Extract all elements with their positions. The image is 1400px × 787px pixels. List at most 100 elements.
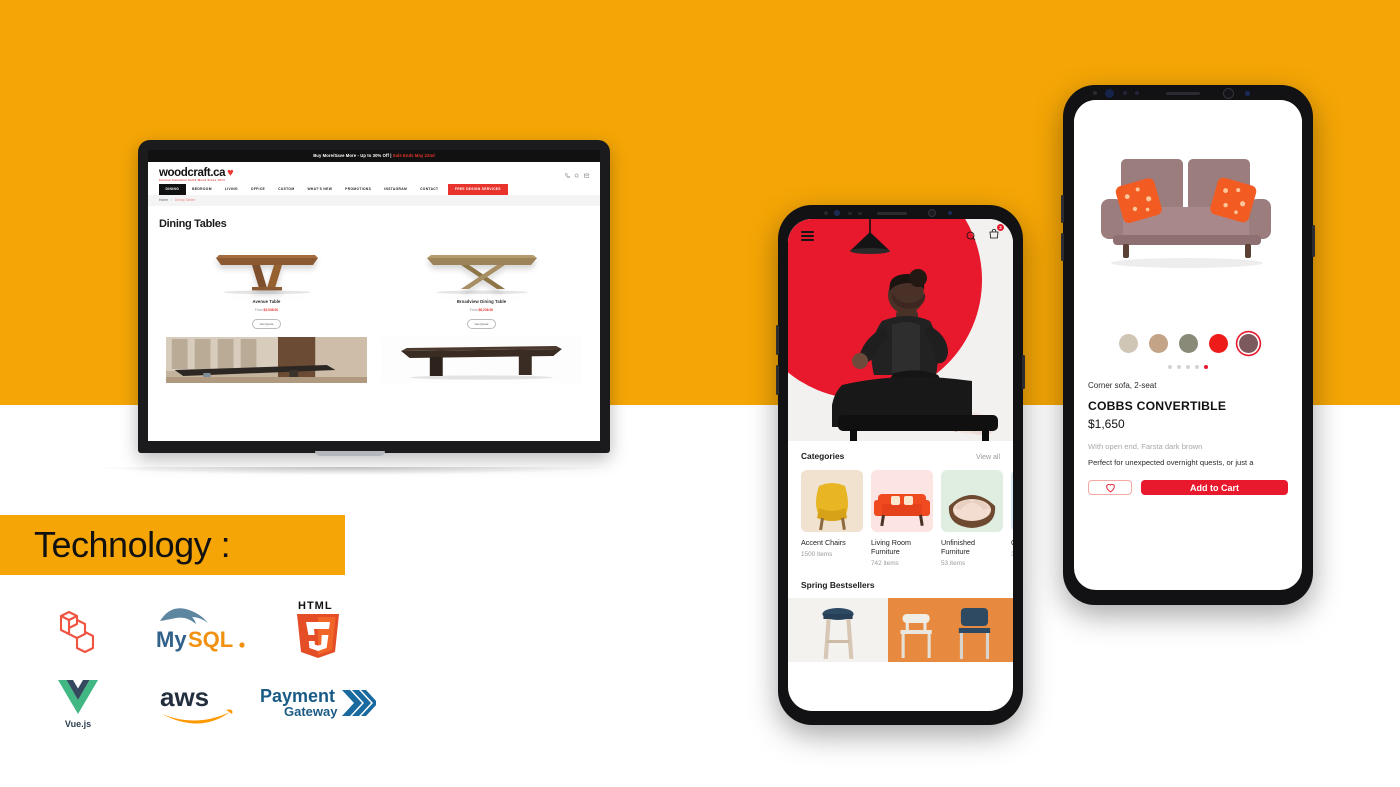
nav-item-whats-new[interactable]: WHAT'S NEW xyxy=(301,184,339,194)
cart-count-badge: 2 xyxy=(997,224,1004,231)
free-design-services-button[interactable]: FREE DESIGN SERVICES xyxy=(447,184,508,195)
bestsellers-title: Spring Bestsellers xyxy=(801,580,875,590)
page-title: Dining Tables xyxy=(159,217,227,230)
gallery-pagination-dots xyxy=(1074,353,1302,369)
header-icon-group xyxy=(564,167,590,179)
phone2-sensor xyxy=(1135,91,1139,95)
cart-button[interactable]: 2 xyxy=(988,224,1004,245)
product-gallery[interactable] xyxy=(1074,100,1302,330)
phone1-power-button[interactable] xyxy=(1022,355,1025,389)
nav-item-instagram[interactable]: INSTAGRAM xyxy=(378,184,414,194)
svg-text:Gateway: Gateway xyxy=(284,704,338,719)
add-to-cart-button[interactable]: Add to Cart xyxy=(1141,480,1288,496)
price-prefix: From xyxy=(254,307,263,312)
get-quote-button[interactable]: Get Quote xyxy=(251,318,282,329)
nav-item-living[interactable]: LIVING xyxy=(218,184,244,194)
phone1-sensor xyxy=(948,211,952,215)
color-swatch[interactable] xyxy=(1118,334,1138,353)
nav-item-custom[interactable]: CUSTOM xyxy=(272,184,301,194)
vuejs-label: Vue.js xyxy=(64,718,92,729)
nav-item-dining[interactable]: DINING xyxy=(159,184,186,195)
search-icon[interactable] xyxy=(965,230,977,242)
phone2-volume-down-button[interactable] xyxy=(1061,233,1064,261)
product-title: COBBS CONVERTIBLE xyxy=(1088,399,1227,413)
category-count: 35 i xyxy=(1011,551,1013,558)
category-name: Accent Chairs xyxy=(801,538,846,547)
pagination-dot[interactable] xyxy=(1195,365,1199,369)
hamburger-icon[interactable] xyxy=(801,229,814,244)
color-swatch[interactable] xyxy=(1208,334,1228,353)
nav-item-promotions[interactable]: PROMOTIONS xyxy=(339,184,378,194)
svg-text:My: My xyxy=(156,627,187,652)
phone1-sensor xyxy=(858,211,862,215)
category-thumb-accent-chairs xyxy=(801,470,863,532)
phone1-iris-scanner xyxy=(928,209,936,217)
laptop-screen: Buy More/Save More - Up to 30% Off | Sal… xyxy=(148,150,600,441)
pagination-dot[interactable] xyxy=(1177,365,1181,369)
phone2-volume-button[interactable] xyxy=(1061,195,1064,223)
category-item[interactable]: Accent Chairs 1500 items xyxy=(801,470,863,567)
pagination-dot[interactable] xyxy=(1168,365,1172,369)
promo-sale-text: Sale Ends May 22nd xyxy=(392,153,435,159)
nav-item-office[interactable]: OFFICE xyxy=(244,184,271,194)
category-item[interactable]: Unfinished Furniture 53 items xyxy=(941,470,1003,567)
bestsellers-strip[interactable] xyxy=(788,598,1013,662)
category-thumb-living-room xyxy=(871,470,933,532)
product-card[interactable]: Avenue Table From $3,548.00 Get Quote xyxy=(166,242,367,330)
promo-banner: Buy More/Save More - Up to 30% Off | Sal… xyxy=(148,150,600,162)
product-image-dark-table[interactable] xyxy=(381,336,582,383)
category-count: 53 items xyxy=(941,560,966,567)
wishlist-button[interactable] xyxy=(1088,480,1132,496)
category-item[interactable]: Offi 35 i xyxy=(1011,470,1013,567)
phone-icon[interactable] xyxy=(564,173,571,179)
phone1-topbar-icons: 2 xyxy=(965,224,1004,245)
pagination-dot[interactable] xyxy=(1186,365,1190,369)
product-card[interactable]: Broadview Dining Table From $6,236.00 Ge… xyxy=(381,242,582,330)
product-image-interior-scene[interactable] xyxy=(166,336,367,383)
categories-list: Accent Chairs 1500 items Living Room Fur… xyxy=(788,461,1013,567)
product-variant: With open end, Farsta dark brown xyxy=(1088,442,1203,451)
svg-text:HTML: HTML xyxy=(298,600,333,612)
html5-logo: HTML xyxy=(258,592,378,666)
nav-item-contact[interactable]: CONTACT xyxy=(414,184,445,194)
hero-model-photo xyxy=(832,269,998,441)
breadcrumb-home[interactable]: Home xyxy=(159,198,168,202)
product-description: Perfect for unexpected overnight quests,… xyxy=(1088,458,1254,467)
search-icon[interactable] xyxy=(574,173,580,179)
maple-leaf-icon: ♥ xyxy=(227,166,234,179)
color-swatch[interactable] xyxy=(1178,334,1198,353)
phone2-sensor xyxy=(1093,91,1097,95)
phone2-screen: Corner sofa, 2-seat COBBS CONVERTIBLE $1… xyxy=(1074,100,1302,590)
breadcrumb: Home / Dining Tables xyxy=(148,194,600,206)
laravel-logo xyxy=(18,592,138,666)
product-name: Broadview Dining Table xyxy=(456,298,507,304)
brand-block[interactable]: woodcraft.ca ♥ Custom Canadian Solid Woo… xyxy=(159,166,234,183)
phone2-sensor xyxy=(1245,91,1250,96)
color-swatch[interactable] xyxy=(1148,334,1168,353)
phone1-volume-down-button[interactable] xyxy=(776,365,779,395)
categories-view-all-link[interactable]: View all xyxy=(976,454,1000,461)
phone1-earpiece xyxy=(877,211,907,215)
technology-logo-row: Vue.js aws Payment Gateway xyxy=(18,666,378,740)
main-nav: DINING BEDROOM LIVING OFFICE CUSTOM WHAT… xyxy=(148,184,600,195)
phone2-power-button[interactable] xyxy=(1312,225,1315,257)
aws-logo: aws xyxy=(138,666,258,740)
laptop-base-notch xyxy=(315,451,385,456)
category-item[interactable]: Living Room Furniture 742 items xyxy=(871,470,933,567)
phone1-volume-button[interactable] xyxy=(776,325,779,355)
category-name: Living Room Furniture xyxy=(871,538,911,556)
product-price: $1,650 xyxy=(1088,417,1125,431)
svg-text:SQL: SQL xyxy=(188,627,233,652)
breadcrumb-current: Dining Tables xyxy=(174,198,196,203)
svg-text:Payment: Payment xyxy=(260,686,335,706)
heart-icon xyxy=(1105,484,1115,493)
phone2-iris-scanner xyxy=(1223,88,1234,99)
laptop-shadow xyxy=(90,467,610,475)
color-swatch-selected[interactable] xyxy=(1238,334,1258,353)
nav-item-bedroom[interactable]: BEDROOM xyxy=(186,184,219,194)
phone1-screen: 2 Categories View all Accent Chairs 1500… xyxy=(788,219,1013,711)
get-quote-button[interactable]: Get Quote xyxy=(466,318,497,329)
phone-mockup-product: Corner sofa, 2-seat COBBS CONVERTIBLE $1… xyxy=(1061,85,1315,605)
mail-icon[interactable] xyxy=(583,173,590,179)
pagination-dot-active[interactable] xyxy=(1204,365,1208,369)
